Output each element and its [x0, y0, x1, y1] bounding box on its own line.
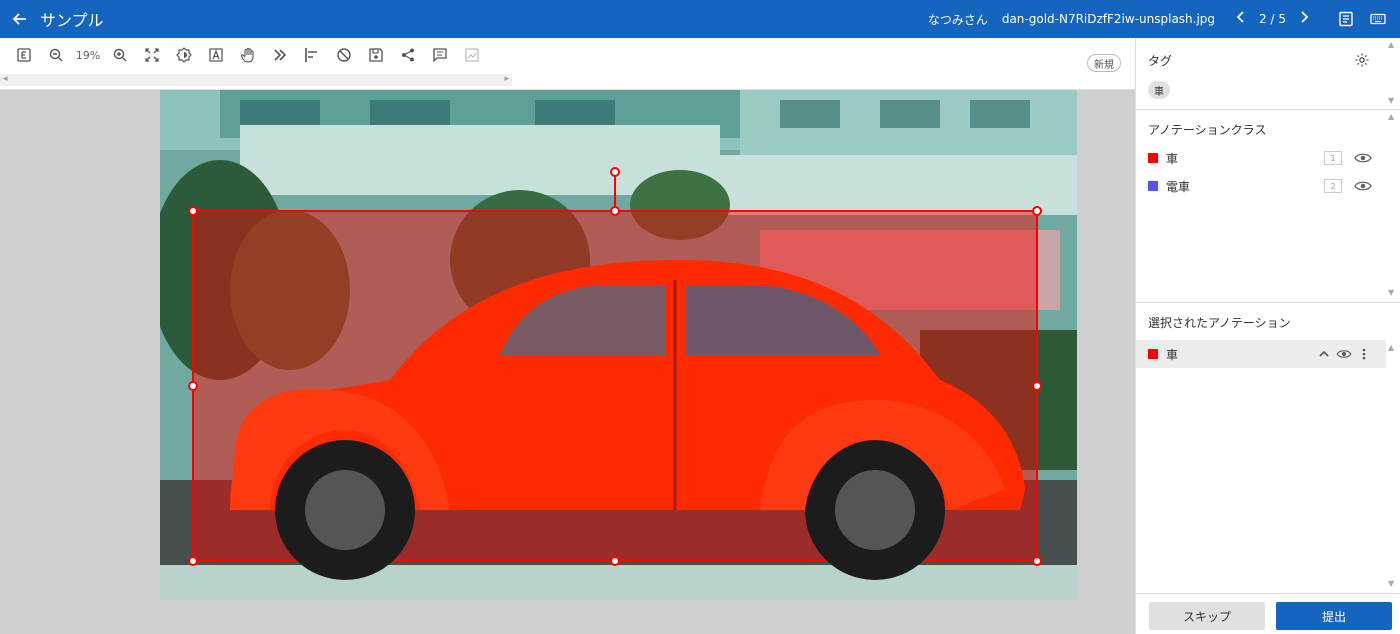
scroll-down-icon[interactable]: ▼ [1388, 288, 1394, 297]
fit-screen-icon[interactable] [136, 44, 168, 66]
hand-pan-icon[interactable] [232, 44, 264, 66]
project-title: サンプル [40, 11, 104, 30]
zoom-in-icon[interactable] [104, 44, 136, 66]
tags-title: タグ [1148, 54, 1173, 68]
zoom-out-icon[interactable] [40, 44, 72, 66]
scroll-up-icon[interactable]: ▲ [1388, 343, 1394, 352]
scroll-down-icon[interactable]: ▼ [1388, 96, 1394, 105]
gear-icon[interactable] [1354, 52, 1370, 68]
chart-icon[interactable] [456, 44, 488, 66]
text-select-icon[interactable] [200, 44, 232, 66]
action-footer: スキップ 提出 [1136, 593, 1400, 634]
shortcut-key: 1 [1324, 151, 1342, 165]
user-name: なつみさん [927, 12, 988, 27]
resize-handle-bottom-left[interactable] [188, 556, 198, 566]
annotation-toolbar: 19% 新規 ◂ ▸ [0, 38, 1135, 90]
selected-annotations-section: 選択されたアノテーション 車 ▲ ▼ [1136, 303, 1400, 593]
resize-handle-bottom-right[interactable] [1032, 556, 1042, 566]
class-label: 電車 [1166, 179, 1191, 194]
eye-icon[interactable] [1354, 151, 1372, 165]
keyboard-icon[interactable] [1364, 0, 1392, 38]
annotation-classes-section: アノテーションクラス 車 1 電車 2 ▲ ▼ [1136, 110, 1400, 303]
image-with-annotation[interactable] [160, 90, 1077, 600]
resize-handle-top-right[interactable] [1032, 206, 1042, 216]
hide-icon[interactable] [328, 44, 360, 66]
new-button[interactable]: 新規 [1087, 54, 1121, 72]
selected-title: 選択されたアノテーション [1148, 316, 1291, 330]
pager-indicator: 2 / 5 [1259, 12, 1286, 26]
tags-section: タグ 車 ▲ ▼ [1136, 38, 1400, 110]
share-icon[interactable] [392, 44, 424, 66]
fast-forward-icon[interactable] [264, 44, 296, 66]
rotate-handle[interactable] [610, 167, 620, 177]
eye-icon[interactable] [1354, 179, 1372, 193]
tag-chip[interactable]: 車 [1148, 81, 1170, 99]
horizontal-scrollbar[interactable]: ◂ ▸ [0, 74, 512, 86]
submit-button[interactable]: 提出 [1276, 602, 1392, 630]
file-name: dan-gold-N7RiDzfF2iw-unsplash.jpg [1001, 12, 1216, 26]
annotation-label: 車 [1166, 347, 1179, 362]
scroll-left-icon[interactable]: ◂ [3, 74, 8, 84]
more-vert-icon[interactable] [1354, 346, 1374, 362]
zoom-level: 19% [75, 48, 101, 62]
classes-title: アノテーションクラス [1148, 123, 1267, 137]
skip-button[interactable]: スキップ [1149, 602, 1265, 630]
scroll-up-icon[interactable]: ▲ [1388, 112, 1394, 121]
export-icon[interactable] [8, 44, 40, 66]
chevron-up-icon[interactable] [1314, 346, 1334, 362]
brightness-icon[interactable] [168, 44, 200, 66]
annotation-color-swatch [1148, 349, 1158, 359]
scroll-down-icon[interactable]: ▼ [1388, 579, 1394, 588]
next-image-button[interactable] [1292, 11, 1316, 27]
resize-handle-top[interactable] [610, 206, 620, 216]
document-icon[interactable] [1332, 0, 1360, 38]
top-bar: サンプル なつみさん dan-gold-N7RiDzfF2iw-unsplash… [0, 0, 1400, 38]
class-color-swatch [1148, 153, 1158, 163]
resize-handle-top-left[interactable] [188, 206, 198, 216]
resize-handle-right[interactable] [1032, 381, 1042, 391]
comment-icon[interactable] [424, 44, 456, 66]
selected-annotation-item[interactable]: 車 [1136, 340, 1386, 368]
prev-image-button[interactable] [1229, 11, 1253, 27]
resize-handle-bottom[interactable] [610, 556, 620, 566]
scroll-up-icon[interactable]: ▲ [1388, 40, 1394, 49]
resize-handle-left[interactable] [188, 381, 198, 391]
scroll-right-icon[interactable]: ▸ [504, 74, 509, 84]
save-icon[interactable] [360, 44, 392, 66]
back-arrow-icon[interactable] [0, 0, 40, 38]
right-sidebar: タグ 車 ▲ ▼ アノテーションクラス 車 1 電車 2 ▲ ▼ 選択されたアノ… [1135, 38, 1400, 634]
eye-icon[interactable] [1334, 346, 1354, 362]
shortcut-key: 2 [1324, 179, 1342, 193]
class-label: 車 [1166, 151, 1179, 166]
class-item-train[interactable]: 電車 2 [1148, 176, 1378, 196]
class-item-car[interactable]: 車 1 [1148, 148, 1378, 168]
class-color-swatch [1148, 181, 1158, 191]
annotation-canvas[interactable] [0, 90, 1135, 634]
align-left-icon[interactable] [296, 44, 328, 66]
